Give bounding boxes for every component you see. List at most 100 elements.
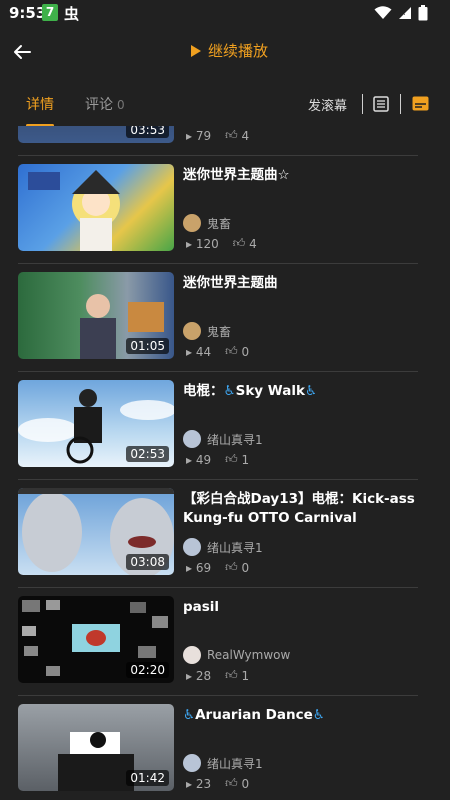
wifi-icon	[374, 6, 392, 19]
tab-details[interactable]: 详情	[26, 94, 54, 114]
uploader[interactable]: 鬼畜	[183, 322, 231, 340]
uploader[interactable]: RealWymwow	[183, 646, 290, 664]
video-stats: ▸ 49 👍︎ 1	[186, 452, 249, 467]
video-thumbnail: 03:08	[18, 488, 174, 575]
uploader[interactable]: 绪山真寻1	[183, 754, 263, 772]
related-video-list: 03:53 ▸ 79 👍︎ 4 迷你世界主题曲☆ 鬼畜 ▸ 120 👍︎ 4 0…	[0, 126, 450, 800]
list-item[interactable]: 03:08 【彩白合战Day13】电棍：Kick-ass Kung-fu OTT…	[0, 488, 450, 586]
uploader-name: RealWymwow	[207, 648, 291, 662]
video-thumbnail: 01:42	[18, 704, 174, 791]
video-duration: 02:20	[126, 662, 169, 678]
uploader-avatar	[183, 754, 201, 772]
uploader-name: 鬼畜	[207, 216, 232, 231]
tab-comments[interactable]: 评论 0	[85, 94, 125, 114]
play-count-icon: ▸	[186, 668, 196, 683]
like-count: 1	[241, 452, 250, 467]
video-title: 迷你世界主题曲☆	[183, 167, 290, 183]
play-count-icon: ▸	[186, 344, 196, 359]
like-icon: 👍︎	[225, 344, 242, 358]
video-thumbnail: 01:05	[18, 272, 174, 359]
send-danmaku-button[interactable]: 发滚幕	[308, 95, 347, 114]
like-icon: 👍︎	[225, 668, 242, 682]
video-duration: 01:42	[126, 770, 169, 786]
like-icon: 👍︎	[225, 776, 242, 790]
video-duration: 01:05	[126, 338, 169, 354]
like-count: 0	[241, 560, 250, 575]
list-item[interactable]: 迷你世界主题曲☆ 鬼畜 ▸ 120 👍︎ 4	[0, 164, 450, 262]
top-bar: 继续播放	[0, 26, 450, 78]
list-item[interactable]: 02:53 电棍：♿Sky Walk♿ 绪山真寻1 ▸ 49 👍︎ 1	[0, 380, 450, 478]
comment-count: 0	[117, 98, 125, 112]
video-title: 【彩白合战Day13】电棍：Kick-ass Kung-fu OTTO Carn…	[183, 491, 415, 526]
video-stats: ▸ 28 👍︎ 1	[186, 668, 249, 683]
like-icon: 👍︎	[232, 236, 250, 250]
title-main: Sky Walk	[235, 383, 305, 399]
play-count-icon: ▸	[186, 776, 196, 791]
video-stats: ▸ 23 👍︎ 0	[186, 776, 249, 791]
wheelchair-icon: ♿	[223, 383, 236, 399]
uploader-name: 绪山真寻1	[207, 540, 263, 555]
back-arrow-icon[interactable]	[8, 38, 36, 66]
video-thumbnail: 02:20	[18, 596, 174, 683]
play-count-icon: ▸	[186, 236, 196, 251]
play-count-icon: ▸	[186, 560, 196, 575]
item-divider	[18, 371, 418, 372]
video-thumbnail: 03:53	[18, 126, 174, 143]
play-icon	[191, 44, 201, 57]
continue-play-label: 继续播放	[208, 42, 269, 60]
uploader[interactable]: 绪山真寻1	[183, 430, 263, 448]
video-thumbnail: 02:53	[18, 380, 174, 467]
video-duration: 02:53	[126, 446, 169, 462]
video-title: ♿Aruarian Dance♿	[183, 706, 418, 725]
video-title: 电棍：♿Sky Walk♿	[183, 382, 418, 401]
play-count: 44	[195, 344, 212, 359]
play-count: 23	[195, 776, 212, 791]
notification-app-icon: 虫	[64, 5, 80, 23]
uploader[interactable]: 绪山真寻1	[183, 538, 263, 556]
uploader-avatar	[183, 214, 201, 232]
uploader-avatar	[183, 430, 201, 448]
item-divider	[18, 587, 418, 588]
toolbar-divider	[400, 94, 401, 114]
like-icon: 👍︎	[225, 452, 242, 466]
uploader-avatar	[183, 538, 201, 556]
video-stats: ▸ 44 👍︎ 0	[186, 344, 249, 359]
like-count: 0	[241, 344, 250, 359]
uploader[interactable]: 鬼畜	[183, 214, 231, 232]
video-duration: 03:53	[126, 126, 169, 138]
wheelchair-icon: ♿	[183, 707, 196, 723]
video-stats: ▸ 69 👍︎ 0	[186, 560, 249, 575]
uploader-name: 绪山真寻1	[207, 432, 263, 447]
system-icons: !	[374, 4, 428, 22]
video-stats: ▸ 120 👍︎ 4	[186, 236, 257, 251]
toolbar-divider	[362, 94, 363, 114]
uploader-avatar	[183, 646, 201, 664]
video-title: 迷你世界主题曲	[183, 275, 278, 291]
play-count-icon: ▸	[186, 452, 196, 467]
video-duration: 03:08	[126, 554, 169, 570]
title-prefix: 电棍：	[183, 383, 224, 399]
battery-icon	[418, 5, 428, 21]
item-divider	[18, 479, 418, 480]
status-bar: 9:53 7 虫 !	[0, 0, 450, 26]
play-count-icon: ▸	[186, 128, 196, 143]
uploader-name: 绪山真寻1	[207, 756, 263, 771]
play-count: 49	[195, 452, 212, 467]
wheelchair-icon: ♿	[304, 383, 318, 399]
list-item[interactable]: 03:53 ▸ 79 👍︎ 4	[0, 126, 450, 154]
list-item[interactable]: 01:05 迷你世界主题曲 鬼畜 ▸ 44 👍︎ 0	[0, 272, 450, 370]
list-item[interactable]: 02:20 pasil RealWymwow ▸ 28 👍︎ 1	[0, 596, 450, 694]
list-item[interactable]: 01:42 ♿Aruarian Dance♿ 绪山真寻1 ▸ 23 👍︎ 0	[0, 704, 450, 800]
video-thumbnail	[18, 164, 174, 251]
danmaku-list-icon[interactable]	[373, 96, 389, 112]
play-count: 120	[195, 236, 219, 251]
danmaku-toggle-icon[interactable]	[412, 96, 429, 111]
tab-comments-label: 评论	[85, 97, 113, 113]
signal-icon: !	[399, 7, 411, 19]
continue-play-button[interactable]: 继续播放	[190, 40, 268, 61]
thumbnail-artwork	[28, 170, 120, 251]
like-icon: 👍︎	[225, 560, 242, 574]
status-time: 9:53	[9, 4, 47, 22]
play-count: 79	[195, 128, 212, 143]
play-count: 69	[195, 560, 212, 575]
